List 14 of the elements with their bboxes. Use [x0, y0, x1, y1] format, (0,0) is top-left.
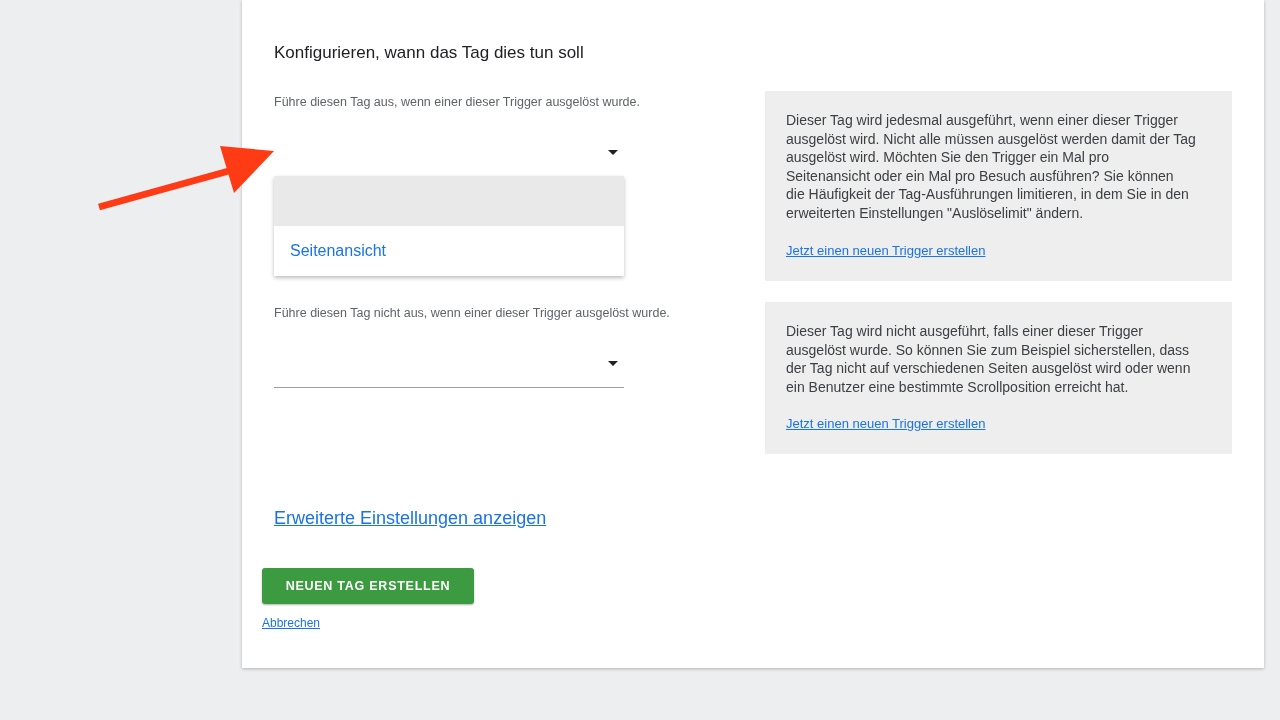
advanced-settings-link[interactable]: Erweiterte Einstellungen anzeigen — [274, 508, 547, 528]
field-label: Führe diesen Tag nicht aus, wenn einer dieser Trigger ausgelöst wurde. — [274, 305, 670, 322]
create-tag-button[interactable]: NEUEN TAG ERSTELLEN — [262, 568, 474, 604]
help-text: Dieser Tag wird nicht ausgeführt, falls einer dieser Trigger ausgelöst wurde. So können Sie zum Beispiel sicherstellen, dass der Tag nicht auf verschiedenen Seiten ausgelöst wird oder wenn ein Benutzer eine bestimmte Scrollposition erreicht hat. — [786, 322, 1192, 397]
menu-item[interactable]: Seitenansicht — [274, 226, 624, 276]
cancel-link[interactable]: Abbrechen — [262, 614, 321, 632]
section-title: Konfigurieren, wann das Tag dies tun soll — [274, 42, 585, 64]
help-text: Dieser Tag wird jedesmal ausgeführt, wenn einer dieser Trigger ausgelöst wird. Nicht alle müssen ausgelöst werden damit der Tag ausgelöst wird. Möchten Sie den Trigger ein Mal pro Seitenansicht oder ein Mal pro Besuch ausführen? Sie können die Häufigkeit der Tag-Ausführungen limitieren, in dem Sie in den erweiterten Einstellungen "Auslöselimit" ändern. — [786, 111, 1196, 223]
create-trigger-link[interactable]: Jetzt einen neuen Trigger erstellen — [786, 414, 986, 434]
highlighted-menu-item[interactable] — [274, 176, 624, 226]
field-label: Führe diesen Tag aus, wenn einer dieser Trigger ausgelöst wurde. — [274, 94, 640, 111]
caret-down-icon — [608, 150, 618, 155]
caret-down-icon — [608, 361, 618, 366]
create-trigger-link[interactable]: Jetzt einen neuen Trigger erstellen — [786, 240, 986, 261]
